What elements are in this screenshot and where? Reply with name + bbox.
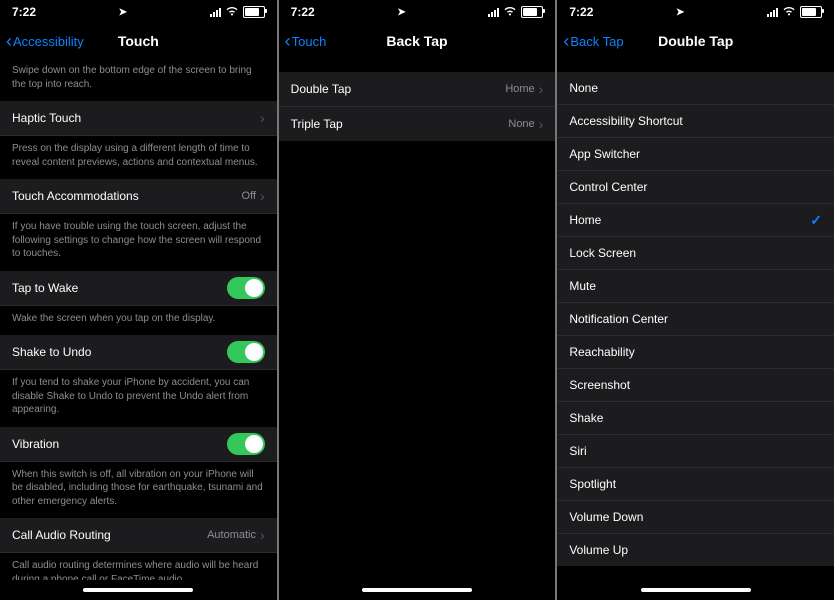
back-button[interactable]: ‹ Touch (285, 32, 327, 50)
option-shake[interactable]: Shake (557, 402, 834, 435)
status-bar: 7:22 ➤ (557, 0, 834, 24)
status-time: 7:22 (291, 5, 315, 19)
back-button[interactable]: ‹ Back Tap (563, 32, 623, 50)
nav-title: Back Tap (386, 33, 447, 49)
option-none[interactable]: None (557, 72, 834, 105)
status-bar: 7:22 ➤ (0, 0, 277, 24)
row-shake-to-undo[interactable]: Shake to Undo (0, 335, 277, 370)
location-icon: ➤ (676, 7, 684, 18)
option-reachability[interactable]: Reachability (557, 336, 834, 369)
vib-desc: When this switch is off, all vibration o… (0, 462, 277, 519)
signal-icon (210, 7, 221, 17)
haptic-desc: Press on the display using a different l… (0, 136, 277, 179)
chevron-right-icon: › (539, 116, 544, 132)
signal-icon (767, 7, 778, 17)
option-label: Reachability (569, 345, 634, 359)
option-spotlight[interactable]: Spotlight (557, 468, 834, 501)
screen-back-tap: 7:22 ➤ ‹ Touch Back Tap Double Tap Home›… (279, 0, 556, 600)
option-label: Siri (569, 444, 586, 458)
option-control-center[interactable]: Control Center (557, 171, 834, 204)
row-haptic-touch[interactable]: Haptic Touch › (0, 101, 277, 136)
screen-double-tap-options: 7:22 ➤ ‹ Back Tap Double Tap None Accessi… (557, 0, 834, 600)
wifi-icon (225, 5, 239, 19)
option-app-switcher[interactable]: App Switcher (557, 138, 834, 171)
audio-desc: Call audio routing determines where audi… (0, 553, 277, 580)
option-label: Control Center (569, 180, 647, 194)
option-label: Accessibility Shortcut (569, 114, 682, 128)
wifi-icon (503, 5, 517, 19)
option-label: Mute (569, 279, 596, 293)
option-label: Home (569, 213, 601, 227)
option-mute[interactable]: Mute (557, 270, 834, 303)
signal-icon (488, 7, 499, 17)
option-home[interactable]: Home ✓ (557, 204, 834, 237)
chevron-left-icon: ‹ (6, 32, 12, 50)
location-icon: ➤ (397, 7, 405, 18)
option-label: None (569, 81, 598, 95)
wifi-icon (782, 5, 796, 19)
status-time: 7:22 (12, 5, 36, 19)
row-triple-tap[interactable]: Triple Tap None› (279, 107, 556, 141)
reachability-desc: Swipe down on the bottom edge of the scr… (0, 58, 277, 101)
screen-touch-settings: 7:22 ➤ ‹ Accessibility Touch Swipe down … (0, 0, 277, 600)
location-icon: ➤ (119, 7, 127, 18)
back-button[interactable]: ‹ Accessibility (6, 32, 84, 50)
toggle-tap-to-wake[interactable] (227, 277, 265, 299)
toggle-vibration[interactable] (227, 433, 265, 455)
battery-icon (243, 6, 265, 18)
option-lock-screen[interactable]: Lock Screen (557, 237, 834, 270)
back-label: Accessibility (13, 34, 84, 49)
nav-header: ‹ Touch Back Tap (279, 24, 556, 58)
chevron-left-icon: ‹ (563, 32, 569, 50)
chevron-right-icon: › (260, 188, 265, 204)
option-label: Notification Center (569, 312, 668, 326)
row-touch-accommodations[interactable]: Touch Accommodations Off› (0, 179, 277, 214)
accom-desc: If you have trouble using the touch scre… (0, 214, 277, 271)
chevron-right-icon: › (539, 81, 544, 97)
back-label: Back Tap (570, 34, 623, 49)
home-indicator[interactable] (0, 580, 277, 600)
shake-desc: If you tend to shake your iPhone by acci… (0, 370, 277, 427)
home-indicator[interactable] (279, 580, 556, 600)
option-label: Volume Up (569, 543, 628, 557)
chevron-right-icon: › (260, 527, 265, 543)
nav-header: ‹ Accessibility Touch (0, 24, 277, 58)
option-volume-up[interactable]: Volume Up (557, 534, 834, 566)
checkmark-icon: ✓ (810, 212, 822, 229)
chevron-left-icon: ‹ (285, 32, 291, 50)
status-bar: 7:22 ➤ (279, 0, 556, 24)
option-label: Lock Screen (569, 246, 636, 260)
row-vibration[interactable]: Vibration (0, 427, 277, 462)
home-indicator[interactable] (557, 580, 834, 600)
battery-icon (521, 6, 543, 18)
nav-title: Touch (118, 33, 159, 49)
back-label: Touch (292, 34, 327, 49)
option-siri[interactable]: Siri (557, 435, 834, 468)
option-volume-down[interactable]: Volume Down (557, 501, 834, 534)
nav-header: ‹ Back Tap Double Tap (557, 24, 834, 58)
option-label: Spotlight (569, 477, 616, 491)
wake-desc: Wake the screen when you tap on the disp… (0, 306, 277, 336)
toggle-shake-to-undo[interactable] (227, 341, 265, 363)
option-screenshot[interactable]: Screenshot (557, 369, 834, 402)
chevron-right-icon: › (260, 110, 265, 126)
status-time: 7:22 (569, 5, 593, 19)
row-double-tap[interactable]: Double Tap Home› (279, 72, 556, 107)
row-call-audio-routing[interactable]: Call Audio Routing Automatic› (0, 518, 277, 553)
option-label: Shake (569, 411, 603, 425)
option-label: Volume Down (569, 510, 643, 524)
battery-icon (800, 6, 822, 18)
nav-title: Double Tap (658, 33, 733, 49)
options-list: None Accessibility Shortcut App Switcher Co… (557, 72, 834, 566)
option-notification-center[interactable]: Notification Center (557, 303, 834, 336)
row-tap-to-wake[interactable]: Tap to Wake (0, 271, 277, 306)
option-accessibility-shortcut[interactable]: Accessibility Shortcut (557, 105, 834, 138)
option-label: Screenshot (569, 378, 630, 392)
accessibility-section-header: ACCESSIBILITY (557, 566, 834, 580)
option-label: App Switcher (569, 147, 640, 161)
